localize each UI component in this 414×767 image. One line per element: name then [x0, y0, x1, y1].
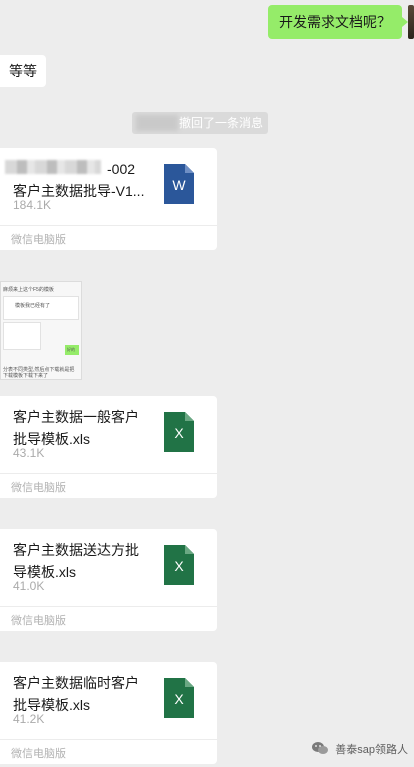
thumb-text-1: 麻烦来上这个F5的模板 — [3, 287, 54, 293]
file-title: 客户主数据临时客户 批导模板.xls — [13, 672, 153, 716]
file-card-footer: 微信电脑版 — [0, 225, 217, 251]
file-title-line1: 客户主数据一般客户 — [13, 409, 139, 425]
file-card-footer: 微信电脑版 — [0, 739, 217, 765]
file-title-line1: 客户主数据送达方批 — [13, 542, 139, 558]
recall-notice: 撤回了一条消息 — [132, 112, 268, 134]
file-source: 微信电脑版 — [11, 748, 66, 760]
excel-file-icon: X — [164, 545, 194, 585]
file-source: 微信电脑版 — [11, 234, 66, 246]
file-title: 客户主数据送达方批 导模板.xls — [13, 539, 153, 583]
wechat-icon — [312, 742, 329, 758]
redacted-name — [136, 115, 178, 131]
excel-file-icon: X — [164, 412, 194, 452]
file-icon-glyph: W — [172, 177, 186, 193]
file-size: 41.2K — [13, 712, 45, 726]
word-file-icon: W — [164, 164, 194, 204]
file-card-footer: 微信电脑版 — [0, 473, 217, 499]
file-icon-glyph: X — [174, 425, 184, 441]
file-source: 微信电脑版 — [11, 482, 66, 494]
file-card-excel[interactable]: 客户主数据临时客户 批导模板.xls 41.2K X 微信电脑版 — [0, 662, 217, 764]
file-title: -002 客户主数据批导-V1... — [13, 158, 153, 202]
outgoing-message-text: 开发需求文档呢？ — [279, 14, 391, 30]
file-card-excel[interactable]: 客户主数据一般客户 批导模板.xls 43.1K X 微信电脑版 — [0, 396, 217, 498]
file-title: 客户主数据一般客户 批导模板.xls — [13, 406, 153, 450]
avatar[interactable] — [408, 5, 414, 39]
file-title-line1: -002 — [107, 161, 136, 177]
watermark: 善泰sap领路人 — [312, 741, 408, 758]
excel-file-icon: X — [164, 678, 194, 718]
recall-notice-text: 撤回了一条消息 — [179, 116, 264, 130]
outgoing-message-bubble[interactable]: 开发需求文档呢？ — [268, 5, 408, 39]
file-size: 43.1K — [13, 446, 45, 460]
image-message-thumbnail[interactable]: 麻烦来上这个F5的模板 模板我已经有了 好的 分表不同类型,然后点下载就是把 下… — [0, 281, 82, 380]
watermark-text: 善泰sap领路人 — [335, 744, 408, 756]
file-source: 微信电脑版 — [11, 615, 66, 627]
incoming-message-bubble[interactable]: 等等 — [0, 55, 46, 87]
file-title-line1: 客户主数据临时客户 — [13, 675, 139, 691]
file-card-footer: 微信电脑版 — [0, 606, 217, 632]
file-card-word[interactable]: -002 客户主数据批导-V1... 184.1K W 微信电脑版 — [0, 148, 217, 250]
file-size: 41.0K — [13, 579, 45, 593]
file-icon-glyph: X — [174, 691, 184, 707]
file-icon-glyph: X — [174, 558, 184, 574]
thumb-text-2: 模板我已经有了 — [15, 303, 51, 309]
file-size: 184.1K — [13, 198, 52, 212]
incoming-message-text: 等等 — [9, 63, 37, 79]
file-card-excel[interactable]: 客户主数据送达方批 导模板.xls 41.0K X 微信电脑版 — [0, 529, 217, 631]
thumb-text-3: 好的 — [67, 347, 75, 352]
thumb-screenshot — [3, 322, 41, 350]
thumb-text-5: 下载模板下载下来了 — [3, 373, 49, 379]
